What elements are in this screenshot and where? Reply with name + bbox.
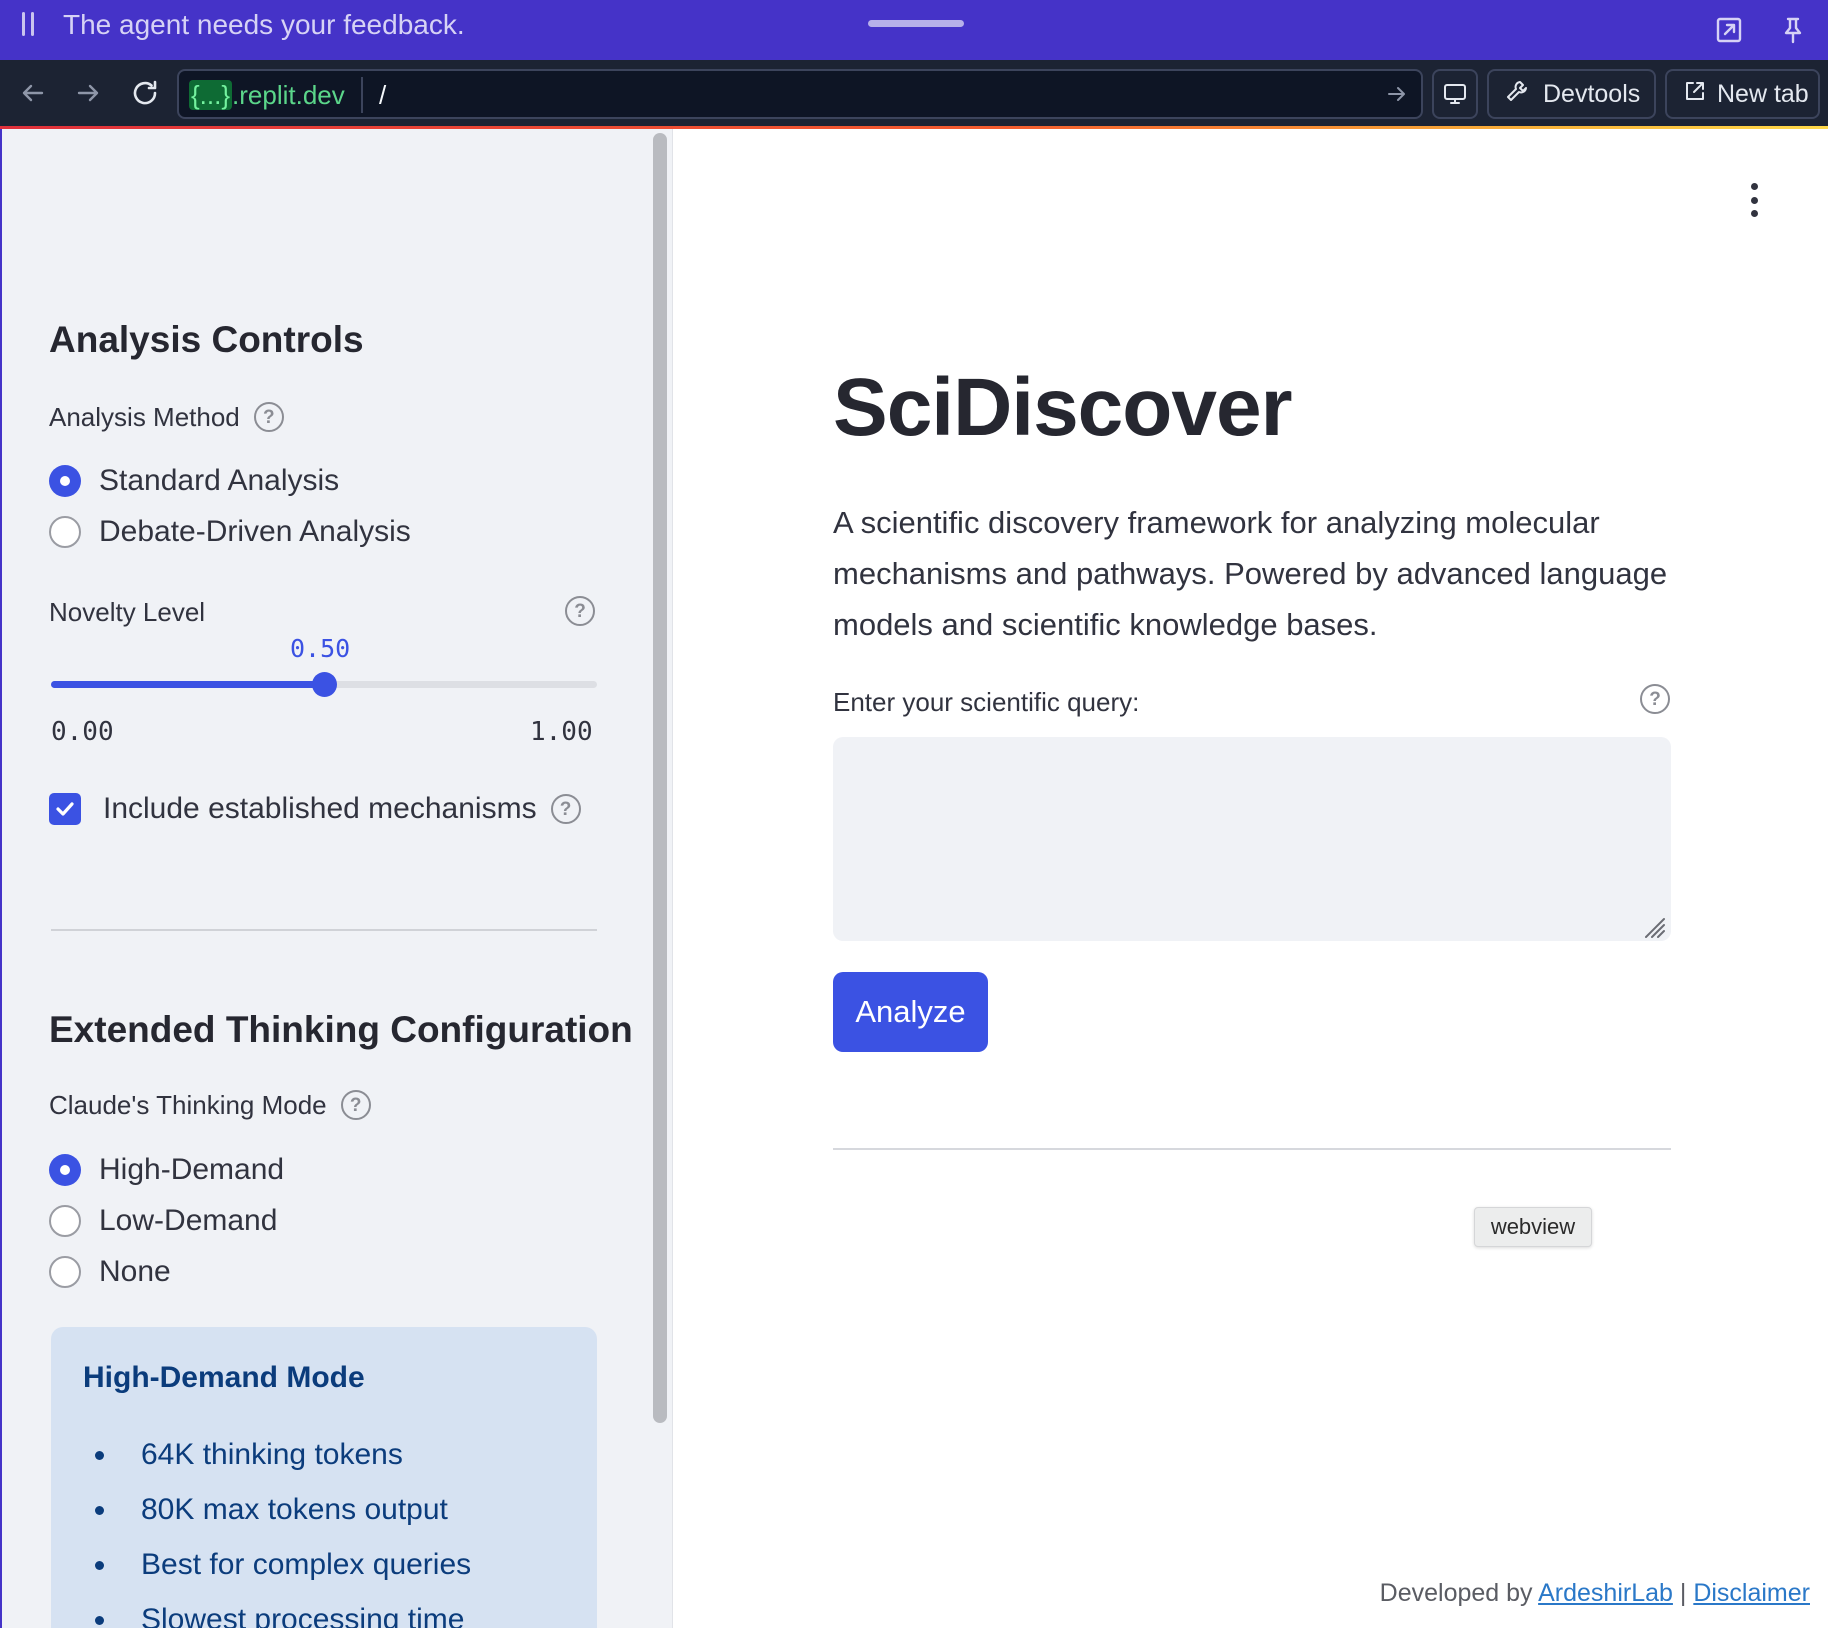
reload-icon[interactable] (122, 70, 168, 116)
radio-low-demand[interactable]: Low-Demand (49, 1201, 277, 1241)
main-content: SciDiscover A scientific discovery frame… (673, 129, 1828, 1628)
footer: Developed by ArdeshirLab | Disclaimer (1380, 1579, 1810, 1608)
novelty-slider[interactable] (51, 672, 597, 697)
url-host: .replit.dev (232, 80, 345, 110)
thinking-mode-label: Claude's Thinking Mode ? (49, 1089, 371, 1121)
url-path[interactable]: / (379, 80, 386, 110)
pause-grip-icon[interactable] (22, 12, 36, 36)
list-item: 64K thinking tokens (83, 1437, 471, 1492)
question-circle-icon[interactable]: ? (253, 402, 284, 432)
radio-selected-icon[interactable] (49, 1154, 81, 1186)
thinking-mode-text: Claude's Thinking Mode (49, 1090, 327, 1120)
info-box-title: High-Demand Mode (83, 1361, 365, 1394)
drag-handle[interactable] (868, 20, 964, 27)
radio-unselected-icon[interactable] (49, 1205, 81, 1237)
agent-feedback-title: The agent needs your feedback. (63, 9, 465, 40)
browser-toolbar: {...} .replit.dev / Devtools New tab (0, 60, 1828, 129)
monitor-icon[interactable] (1432, 69, 1478, 119)
slider-min-label: 0.00 (51, 717, 114, 747)
include-established-checkbox[interactable]: Include established mechanisms ? (49, 789, 581, 829)
extended-thinking-heading: Extended Thinking Configuration (49, 1009, 633, 1050)
webview-tooltip: webview (1474, 1207, 1592, 1247)
ardeshirlab-link[interactable]: ArdeshirLab (1538, 1579, 1673, 1607)
resize-grip-icon[interactable] (1640, 913, 1666, 939)
novelty-slider-value: 0.50 (290, 634, 351, 663)
footer-separator: | (1672, 1579, 1694, 1607)
question-circle-icon[interactable]: ? (565, 596, 595, 626)
analysis-method-label: Analysis Method ? (49, 401, 284, 433)
sidebar-divider (51, 929, 597, 931)
radio-selected-icon[interactable] (49, 465, 81, 497)
radio-label: Low-Demand (99, 1204, 278, 1237)
checkbox-label: Include established mechanisms (103, 792, 537, 825)
info-box-list: 64K thinking tokens 80K max tokens outpu… (83, 1437, 471, 1628)
new-tab-button[interactable]: New tab (1665, 69, 1820, 119)
question-circle-icon[interactable]: ? (1640, 684, 1670, 714)
devtools-button[interactable]: Devtools (1487, 69, 1656, 119)
expand-arrow-icon[interactable] (1707, 8, 1751, 52)
scrollbar-thumb[interactable] (653, 133, 667, 1423)
main-divider (833, 1148, 1671, 1150)
slider-fill (51, 681, 324, 688)
new-tab-label: New tab (1717, 79, 1809, 108)
novelty-level-label: Novelty Level (49, 597, 206, 627)
radio-label: Debate-Driven Analysis (99, 515, 411, 548)
radio-unselected-icon[interactable] (49, 516, 81, 548)
external-link-icon (1683, 79, 1707, 110)
list-item: 80K max tokens output (83, 1492, 471, 1547)
url-domain: {...} .replit.dev (189, 80, 345, 110)
analysis-method-text: Analysis Method (49, 402, 240, 432)
radio-unselected-icon[interactable] (49, 1256, 81, 1288)
list-item: Slowest processing time (83, 1602, 471, 1628)
analyze-button[interactable]: Analyze (833, 972, 988, 1052)
app-description: A scientific discovery framework for ana… (833, 505, 1668, 642)
list-item: Best for complex queries (83, 1547, 471, 1602)
question-circle-icon[interactable]: ? (340, 1090, 371, 1120)
agent-feedback-bar: The agent needs your feedback. (0, 0, 1828, 60)
slider-thumb[interactable] (312, 672, 337, 697)
radio-label: Standard Analysis (99, 464, 340, 497)
go-arrow-icon[interactable] (1385, 82, 1409, 106)
disclaimer-link[interactable]: Disclaimer (1693, 1579, 1810, 1607)
devtools-label: Devtools (1543, 79, 1641, 108)
radio-none[interactable]: None (49, 1252, 171, 1292)
wrench-icon (1505, 79, 1529, 110)
query-label: Enter your scientific query: (833, 687, 1140, 717)
radio-label: High-Demand (99, 1153, 285, 1186)
sidebar-scrollbar[interactable] (647, 129, 667, 1628)
analysis-controls-heading: Analysis Controls (49, 319, 364, 360)
page-title: SciDiscover (833, 362, 1292, 453)
radio-high-demand[interactable]: High-Demand (49, 1150, 284, 1190)
radio-debate-driven-analysis[interactable]: Debate-Driven Analysis (49, 512, 411, 552)
url-separator (361, 77, 363, 113)
high-demand-info-box: High-Demand Mode 64K thinking tokens 80K… (51, 1327, 597, 1628)
question-circle-icon[interactable]: ? (550, 794, 581, 824)
checkbox-checked-icon[interactable] (49, 793, 81, 825)
url-bar[interactable]: {...} .replit.dev / (177, 69, 1423, 119)
footer-prefix: Developed by (1379, 1579, 1539, 1607)
query-input[interactable] (833, 737, 1671, 941)
url-tag: {...} (189, 80, 233, 110)
radio-label: None (99, 1255, 171, 1288)
pin-icon[interactable] (1771, 8, 1815, 52)
radio-standard-analysis[interactable]: Standard Analysis (49, 461, 339, 501)
sidebar: Analysis Controls Analysis Method ? Stan… (0, 129, 673, 1628)
back-arrow-icon[interactable] (10, 70, 56, 116)
forward-arrow-icon[interactable] (65, 70, 111, 116)
kebab-menu-icon[interactable] (1748, 183, 1760, 217)
slider-max-label: 1.00 (530, 717, 593, 747)
